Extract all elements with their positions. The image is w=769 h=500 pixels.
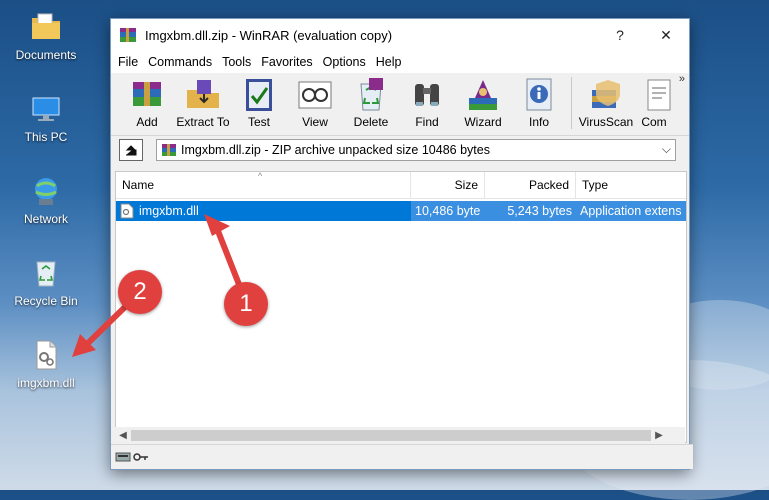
find-button[interactable]: Find	[399, 73, 455, 133]
view-button[interactable]: View	[287, 73, 343, 133]
file-name: imgxbm.dll	[139, 204, 199, 218]
desktop-icon-label: Recycle Bin	[14, 294, 78, 308]
comment-icon	[636, 76, 672, 114]
virusscan-button[interactable]: VirusScan	[576, 73, 636, 133]
annotation-badge-1: 1	[224, 282, 268, 326]
horizontal-scrollbar[interactable]: ◀ ▶	[115, 427, 685, 443]
zip-archive-icon	[161, 143, 177, 157]
desktop-icon-network[interactable]: Network	[6, 174, 86, 226]
add-button[interactable]: Add	[119, 73, 175, 133]
network-icon	[29, 174, 63, 208]
winrar-window: Imgxbm.dll.zip - WinRAR (evaluation copy…	[110, 18, 693, 470]
desktop-icon-recycle-bin[interactable]: Recycle Bin	[6, 256, 86, 308]
virusscan-icon	[586, 76, 626, 114]
status-bar	[111, 444, 693, 469]
menu-help[interactable]: Help	[371, 55, 407, 69]
archive-path: Imgxbm.dll.zip - ZIP archive unpacked si…	[181, 143, 490, 157]
test-button[interactable]: Test	[231, 73, 287, 133]
menu-bar: File Commands Tools Favorites Options He…	[111, 51, 689, 73]
window-title: Imgxbm.dll.zip - WinRAR (evaluation copy…	[145, 27, 393, 43]
column-header-name[interactable]: Name	[116, 172, 411, 198]
delete-button[interactable]: Delete	[343, 73, 399, 133]
dll-file-icon	[120, 203, 134, 219]
file-list: ^ Name Size Packed Type imgxbm.dll 10,48…	[115, 171, 687, 443]
sort-indicator-icon: ^	[258, 171, 263, 181]
table-row[interactable]: imgxbm.dll 10,486 byte 5,243 bytes Appli…	[116, 201, 686, 221]
find-binoculars-icon	[407, 76, 447, 114]
drive-key-icon	[115, 452, 148, 462]
menu-options[interactable]: Options	[318, 55, 371, 69]
column-header-type[interactable]: Type	[576, 172, 686, 198]
extract-to-button[interactable]: Extract To	[175, 73, 231, 133]
column-header-size[interactable]: Size	[411, 172, 485, 198]
menu-tools[interactable]: Tools	[217, 55, 256, 69]
desktop-icon-label: Network	[23, 212, 68, 226]
wizard-button[interactable]: Wizard	[455, 73, 511, 133]
chevron-down-icon[interactable]: ⌵	[662, 142, 671, 157]
file-name-cell: imgxbm.dll	[116, 201, 411, 221]
up-folder-button[interactable]	[119, 139, 143, 161]
desktop-icon-this-pc[interactable]: This PC	[6, 92, 86, 144]
comment-button[interactable]: Com	[636, 73, 672, 133]
column-header-packed[interactable]: Packed	[485, 172, 576, 198]
help-button[interactable]: ?	[597, 19, 643, 51]
address-bar: Imgxbm.dll.zip - ZIP archive unpacked si…	[111, 136, 689, 164]
test-icon	[239, 76, 279, 114]
scrollbar-thumb[interactable]	[131, 429, 651, 441]
menu-favorites[interactable]: Favorites	[256, 55, 317, 69]
desktop-icon-label: imgxbm.dll	[17, 376, 75, 390]
documents-folder-icon	[29, 10, 63, 44]
winrar-app-icon	[119, 27, 137, 43]
toolbar-more-button[interactable]: »	[679, 73, 685, 85]
extract-to-icon	[183, 76, 223, 114]
dll-file-icon	[29, 338, 63, 372]
address-field[interactable]: Imgxbm.dll.zip - ZIP archive unpacked si…	[156, 139, 676, 161]
toolbar-separator	[571, 77, 572, 129]
info-icon	[519, 76, 559, 114]
info-button[interactable]: Info	[511, 73, 567, 133]
scroll-left-icon[interactable]: ◀	[115, 430, 131, 441]
close-button[interactable]: ✕	[643, 19, 689, 51]
scroll-right-icon[interactable]: ▶	[651, 430, 667, 441]
file-packed: 5,243 bytes	[485, 201, 576, 221]
up-folder-icon	[125, 145, 137, 156]
toolbar: Add Extract To Test View Delete Find Wiz…	[111, 73, 689, 136]
wizard-icon	[463, 76, 503, 114]
view-icon	[295, 76, 335, 114]
desktop-icon-documents[interactable]: Documents	[6, 10, 86, 62]
desktop-icon-label: This PC	[24, 130, 68, 144]
menu-commands[interactable]: Commands	[143, 55, 217, 69]
recycle-bin-icon	[29, 256, 63, 290]
file-size: 10,486 byte	[411, 201, 485, 221]
this-pc-icon	[29, 92, 63, 126]
title-bar[interactable]: Imgxbm.dll.zip - WinRAR (evaluation copy…	[111, 19, 689, 51]
desktop-icon-imgxbm-dll[interactable]: imgxbm.dll	[6, 338, 86, 390]
file-type: Application extens	[576, 201, 686, 221]
menu-file[interactable]: File	[113, 55, 143, 69]
add-archive-icon	[127, 76, 167, 114]
annotation-badge-2: 2	[118, 270, 162, 314]
file-list-header: ^ Name Size Packed Type	[116, 172, 686, 199]
delete-icon	[351, 76, 391, 114]
desktop-icon-label: Documents	[15, 48, 77, 62]
